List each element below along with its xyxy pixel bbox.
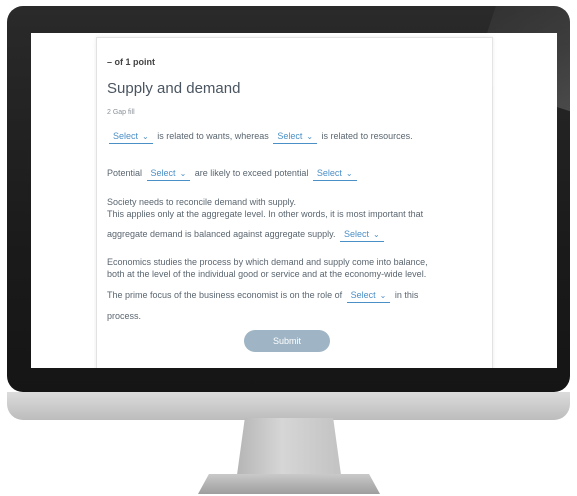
select-dropdown-4[interactable]: Select ⌄ bbox=[312, 167, 357, 181]
submit-button[interactable]: Submit bbox=[244, 330, 330, 352]
chevron-down-icon: ⌄ bbox=[142, 132, 149, 141]
text-line-7: both at the level of the individual good… bbox=[107, 269, 427, 279]
question-title: Supply and demand bbox=[107, 80, 241, 97]
sentence-2: Potential Select ⌄ are likely to exceed p… bbox=[107, 167, 482, 181]
chevron-down-icon: ⌄ bbox=[373, 230, 380, 239]
sentence-5: aggregate demand is balanced against agg… bbox=[107, 228, 482, 242]
text-line-4: This applies only at the aggregate level… bbox=[107, 209, 424, 219]
question-card: – of 1 point Supply and demand 2 Gap fil… bbox=[96, 37, 493, 368]
text-line-9: process. bbox=[107, 311, 142, 321]
select-dropdown-3[interactable]: Select ⌄ bbox=[146, 167, 191, 181]
points-label: – of 1 point bbox=[107, 57, 155, 67]
text-line-6: Economics studies the process by which d… bbox=[107, 257, 428, 267]
screen: – of 1 point Supply and demand 2 Gap fil… bbox=[31, 33, 557, 368]
select-dropdown-5[interactable]: Select ⌄ bbox=[340, 228, 384, 242]
question-subtitle: 2 Gap fill bbox=[107, 109, 135, 116]
monitor-stand bbox=[236, 418, 342, 478]
select-dropdown-2[interactable]: Select ⌄ bbox=[273, 130, 318, 144]
chevron-down-icon: ⌄ bbox=[306, 132, 314, 141]
chevron-down-icon: ⌄ bbox=[379, 291, 387, 300]
sentence-1: Select ⌄ is related to wants, whereas Sel… bbox=[107, 130, 482, 144]
chevron-down-icon: ⌄ bbox=[179, 169, 187, 178]
monitor-base bbox=[198, 474, 380, 494]
select-dropdown-6[interactable]: Select ⌄ bbox=[346, 289, 391, 303]
text-line-3: Society needs to reconcile demand with s… bbox=[107, 197, 296, 207]
monitor-chin bbox=[7, 392, 570, 420]
select-dropdown-1[interactable]: Select ⌄ bbox=[109, 130, 153, 144]
sentence-8: The prime focus of the business economis… bbox=[107, 289, 482, 303]
chevron-down-icon: ⌄ bbox=[345, 169, 353, 178]
